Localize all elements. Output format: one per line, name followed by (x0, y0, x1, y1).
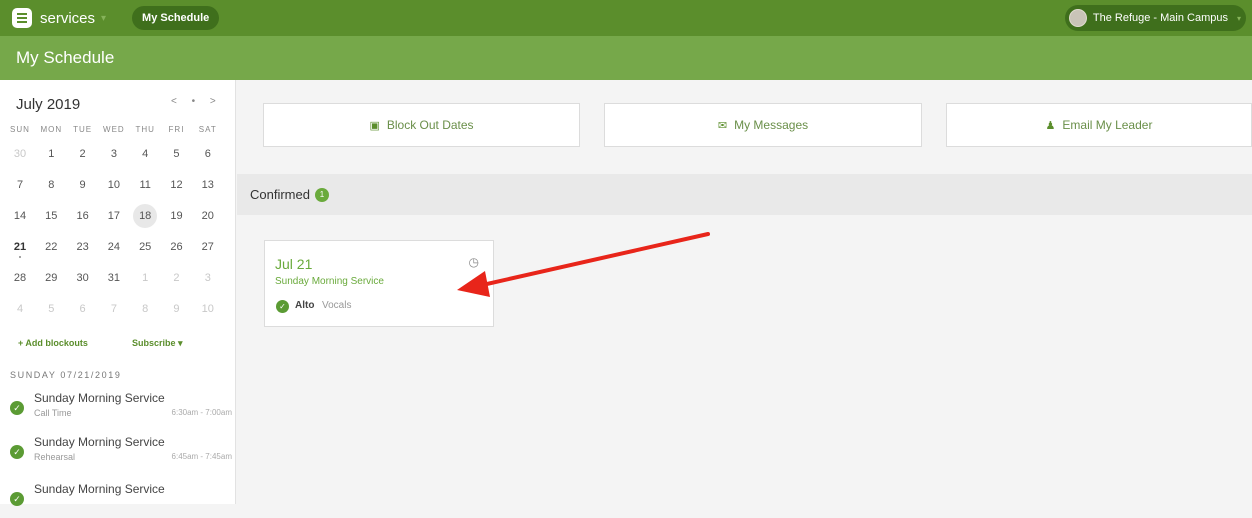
annotation-arrow (457, 232, 710, 297)
